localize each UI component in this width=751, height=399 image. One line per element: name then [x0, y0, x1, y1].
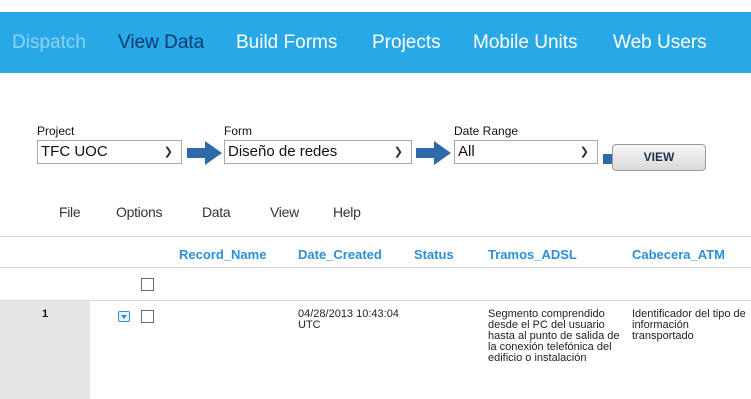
- row-number: 1: [42, 308, 49, 320]
- arrow-right-icon: [187, 141, 222, 165]
- project-label: Project: [37, 124, 75, 138]
- date-range-select[interactable]: All ❯: [454, 140, 598, 164]
- arrow-right-icon: [416, 141, 451, 165]
- column-header-tramos-adsl[interactable]: Tramos_ADSL: [488, 247, 577, 262]
- row-select-checkbox[interactable]: [141, 310, 154, 323]
- nav-web-users[interactable]: Web Users: [613, 32, 707, 54]
- cell-tramos-adsl: Segmento comprendido desde el PC del usu…: [488, 308, 620, 364]
- form-select-value: Diseño de redes: [228, 143, 338, 160]
- menu-view[interactable]: View: [270, 204, 299, 220]
- project-select-value: TFC UOC: [41, 143, 108, 160]
- nav-build-forms[interactable]: Build Forms: [236, 32, 337, 54]
- menu-help[interactable]: Help: [333, 204, 361, 220]
- column-header-record-name[interactable]: Record_Name: [179, 247, 266, 262]
- divider: [0, 236, 751, 237]
- nav-dispatch[interactable]: Dispatch: [12, 32, 86, 54]
- column-header-date-created[interactable]: Date_Created: [298, 247, 382, 262]
- menu-data[interactable]: Data: [202, 204, 231, 220]
- chevron-down-icon: ❯: [163, 146, 173, 158]
- form-select[interactable]: Diseño de redes ❯: [224, 140, 412, 164]
- expand-row-icon[interactable]: [118, 311, 130, 322]
- menu-file[interactable]: File: [59, 204, 81, 220]
- top-navigation: Dispatch View Data Build Forms Projects …: [0, 12, 751, 73]
- view-button[interactable]: VIEW: [612, 144, 706, 171]
- chevron-down-icon: ❯: [579, 146, 589, 158]
- date-range-label: Date Range: [454, 124, 519, 138]
- column-header-cabecera-atm[interactable]: Cabecera_ATM: [632, 247, 725, 262]
- divider: [0, 267, 751, 268]
- nav-projects[interactable]: Projects: [372, 32, 441, 54]
- cell-date-created: 04/28/2013 10:43:04 UTC: [298, 308, 399, 331]
- date-range-select-value: All: [458, 143, 475, 160]
- cell-cabecera-atm: Identificador del tipo de información tr…: [632, 308, 746, 342]
- nav-mobile-units[interactable]: Mobile Units: [473, 32, 578, 54]
- menu-options[interactable]: Options: [116, 204, 162, 220]
- project-select[interactable]: TFC UOC ❯: [37, 140, 182, 164]
- select-all-checkbox[interactable]: [141, 278, 154, 291]
- form-label: Form: [224, 124, 252, 138]
- chevron-down-icon: ❯: [393, 146, 403, 158]
- column-header-status[interactable]: Status: [414, 247, 454, 262]
- nav-view-data[interactable]: View Data: [118, 32, 204, 54]
